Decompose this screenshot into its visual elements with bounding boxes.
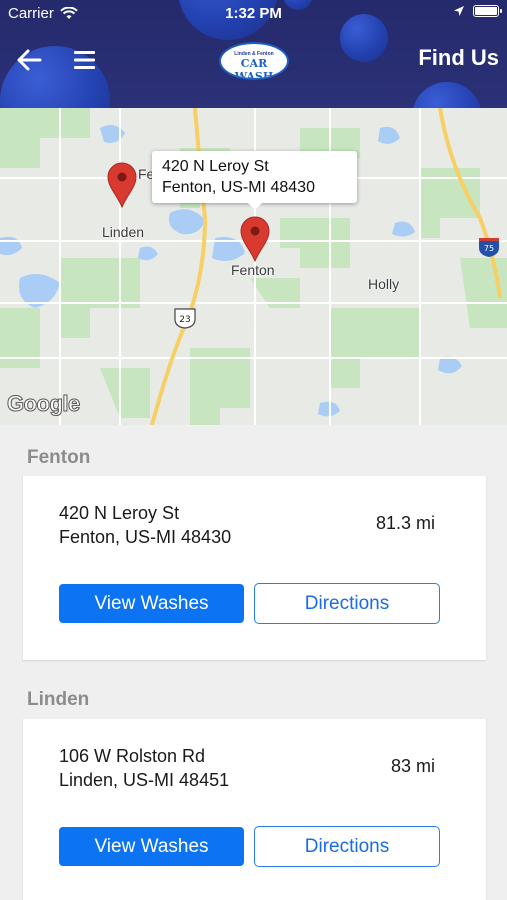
section-title-linden: Linden (27, 689, 90, 710)
map-pin-fenton[interactable] (240, 216, 270, 263)
i-75-shield-icon: 75 (478, 236, 500, 263)
us-23-shield-icon: 23 (173, 307, 197, 334)
address-line2: Linden, US-MI 48451 (59, 770, 230, 790)
map-pin-linden[interactable] (107, 162, 137, 209)
section-title-fenton: Fenton (27, 447, 91, 468)
back-button[interactable] (14, 46, 44, 74)
location-address: 420 N Leroy St Fenton, US-MI 48430 (59, 501, 231, 549)
location-card-linden: 106 W Rolston Rd Linden, US-MI 48451 83 … (23, 719, 486, 900)
map-view[interactable]: Linden Fenton Holly Fe 23 75 420 N Leroy… (0, 108, 507, 425)
nav-bar: Linden & Fenton CAR WASH Find Us (0, 36, 507, 86)
menu-button[interactable] (72, 48, 98, 72)
location-card-fenton: 420 N Leroy St Fenton, US-MI 48430 81.3 … (23, 476, 486, 660)
status-bar: Carrier 1:32 PM (0, 0, 507, 28)
map-callout[interactable]: 420 N Leroy St Fenton, US-MI 48430 (152, 151, 357, 210)
map-label-fenton: Fenton (231, 262, 275, 278)
back-arrow-icon (17, 49, 42, 71)
location-distance: 81.3 mi (375, 513, 435, 533)
view-washes-button[interactable]: View Washes (59, 827, 244, 866)
location-distance: 83 mi (390, 756, 435, 776)
map-label-holly: Holly (368, 276, 400, 292)
location-address: 106 W Rolston Rd Linden, US-MI 48451 (59, 744, 229, 792)
directions-button[interactable]: Directions (254, 826, 440, 867)
page-title: Find Us (418, 45, 499, 70)
callout-address-line1: 420 N Leroy St (162, 158, 269, 175)
directions-button[interactable]: Directions (254, 583, 440, 624)
car-wash-logo: Linden & Fenton CAR WASH (219, 42, 289, 80)
map-pin-icon (107, 162, 137, 209)
address-line2: Fenton, US-MI 48430 (59, 527, 232, 547)
view-washes-button[interactable]: View Washes (59, 584, 244, 623)
location-arrow-icon (454, 6, 464, 16)
app-header: Carrier 1:32 PM Linden & Fenton CAR WASH… (0, 0, 507, 108)
svg-text:23: 23 (179, 315, 190, 325)
callout-address-line2: Fenton, US-MI 48430 (162, 179, 315, 196)
status-time: 1:32 PM (225, 5, 282, 22)
address-line1: 420 N Leroy St (59, 503, 180, 523)
battery-icon (473, 5, 502, 17)
address-line1: 106 W Rolston Rd (59, 746, 206, 766)
map-pin-icon (240, 216, 270, 263)
hamburger-menu-icon (74, 51, 95, 69)
map-label-linden: Linden (102, 224, 145, 240)
svg-text:75: 75 (484, 244, 494, 253)
status-icons (453, 5, 502, 17)
google-logo: Google (7, 391, 81, 417)
logo-title: CAR WASH (234, 57, 274, 80)
